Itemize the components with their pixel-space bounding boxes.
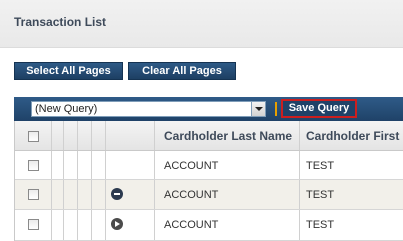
row-checkbox[interactable] xyxy=(28,219,39,230)
column-divider xyxy=(154,210,155,240)
cell-cardholder-last-name: ACCOUNT xyxy=(164,189,219,201)
cell-cardholder-last-name: ACCOUNT xyxy=(164,219,219,231)
column-divider xyxy=(299,121,300,150)
table-row[interactable]: ACCOUNT TEST xyxy=(15,210,403,241)
column-divider xyxy=(91,210,92,240)
page-title: Transaction List xyxy=(14,15,107,29)
column-divider xyxy=(77,180,78,209)
clear-all-pages-button[interactable]: Clear All Pages xyxy=(128,62,236,80)
row-checkbox[interactable] xyxy=(28,189,39,200)
column-divider xyxy=(105,180,106,209)
table-row[interactable]: ACCOUNT TEST xyxy=(15,180,403,210)
query-bar: (New Query) Save Query xyxy=(14,97,403,121)
table-row[interactable]: ACCOUNT TEST xyxy=(15,151,403,180)
column-divider xyxy=(299,210,300,240)
cell-cardholder-last-name: ACCOUNT xyxy=(164,160,219,172)
cell-cardholder-first-name: TEST xyxy=(306,189,335,201)
minus-circle-icon[interactable] xyxy=(111,188,123,200)
column-header-cardholder-first[interactable]: Cardholder First xyxy=(306,129,399,143)
title-bar: Transaction List xyxy=(0,0,403,48)
column-divider xyxy=(63,180,64,209)
column-divider xyxy=(51,210,52,240)
column-divider xyxy=(105,121,106,150)
column-divider xyxy=(299,180,300,209)
column-divider xyxy=(77,151,78,179)
column-divider xyxy=(299,151,300,179)
column-divider xyxy=(77,121,78,150)
column-divider xyxy=(77,210,78,240)
column-divider xyxy=(91,121,92,150)
column-divider xyxy=(105,151,106,179)
column-divider xyxy=(63,151,64,179)
column-divider xyxy=(51,151,52,179)
arrow-right-circle-icon[interactable] xyxy=(111,218,123,230)
save-query-button[interactable]: Save Query xyxy=(281,99,357,118)
column-header-cardholder-last-name[interactable]: Cardholder Last Name xyxy=(164,129,292,143)
query-select-value: (New Query) xyxy=(35,103,98,115)
column-divider xyxy=(105,210,106,240)
column-divider xyxy=(63,210,64,240)
column-divider xyxy=(154,180,155,209)
column-divider xyxy=(154,151,155,179)
table-header-row: Cardholder Last Name Cardholder First xyxy=(15,121,403,151)
column-divider xyxy=(63,121,64,150)
row-checkbox[interactable] xyxy=(28,160,39,171)
column-divider xyxy=(154,121,155,150)
transaction-grid: Cardholder Last Name Cardholder First AC… xyxy=(14,121,403,241)
column-divider xyxy=(51,121,52,150)
chevron-down-icon[interactable] xyxy=(251,102,265,116)
column-divider xyxy=(91,180,92,209)
column-divider xyxy=(51,180,52,209)
cell-cardholder-first-name: TEST xyxy=(306,160,335,172)
cell-cardholder-first-name: TEST xyxy=(306,219,335,231)
select-all-pages-button[interactable]: Select All Pages xyxy=(14,62,123,80)
separator xyxy=(275,102,277,116)
column-divider xyxy=(91,151,92,179)
query-select[interactable]: (New Query) xyxy=(31,101,266,117)
select-all-checkbox[interactable] xyxy=(28,131,39,142)
